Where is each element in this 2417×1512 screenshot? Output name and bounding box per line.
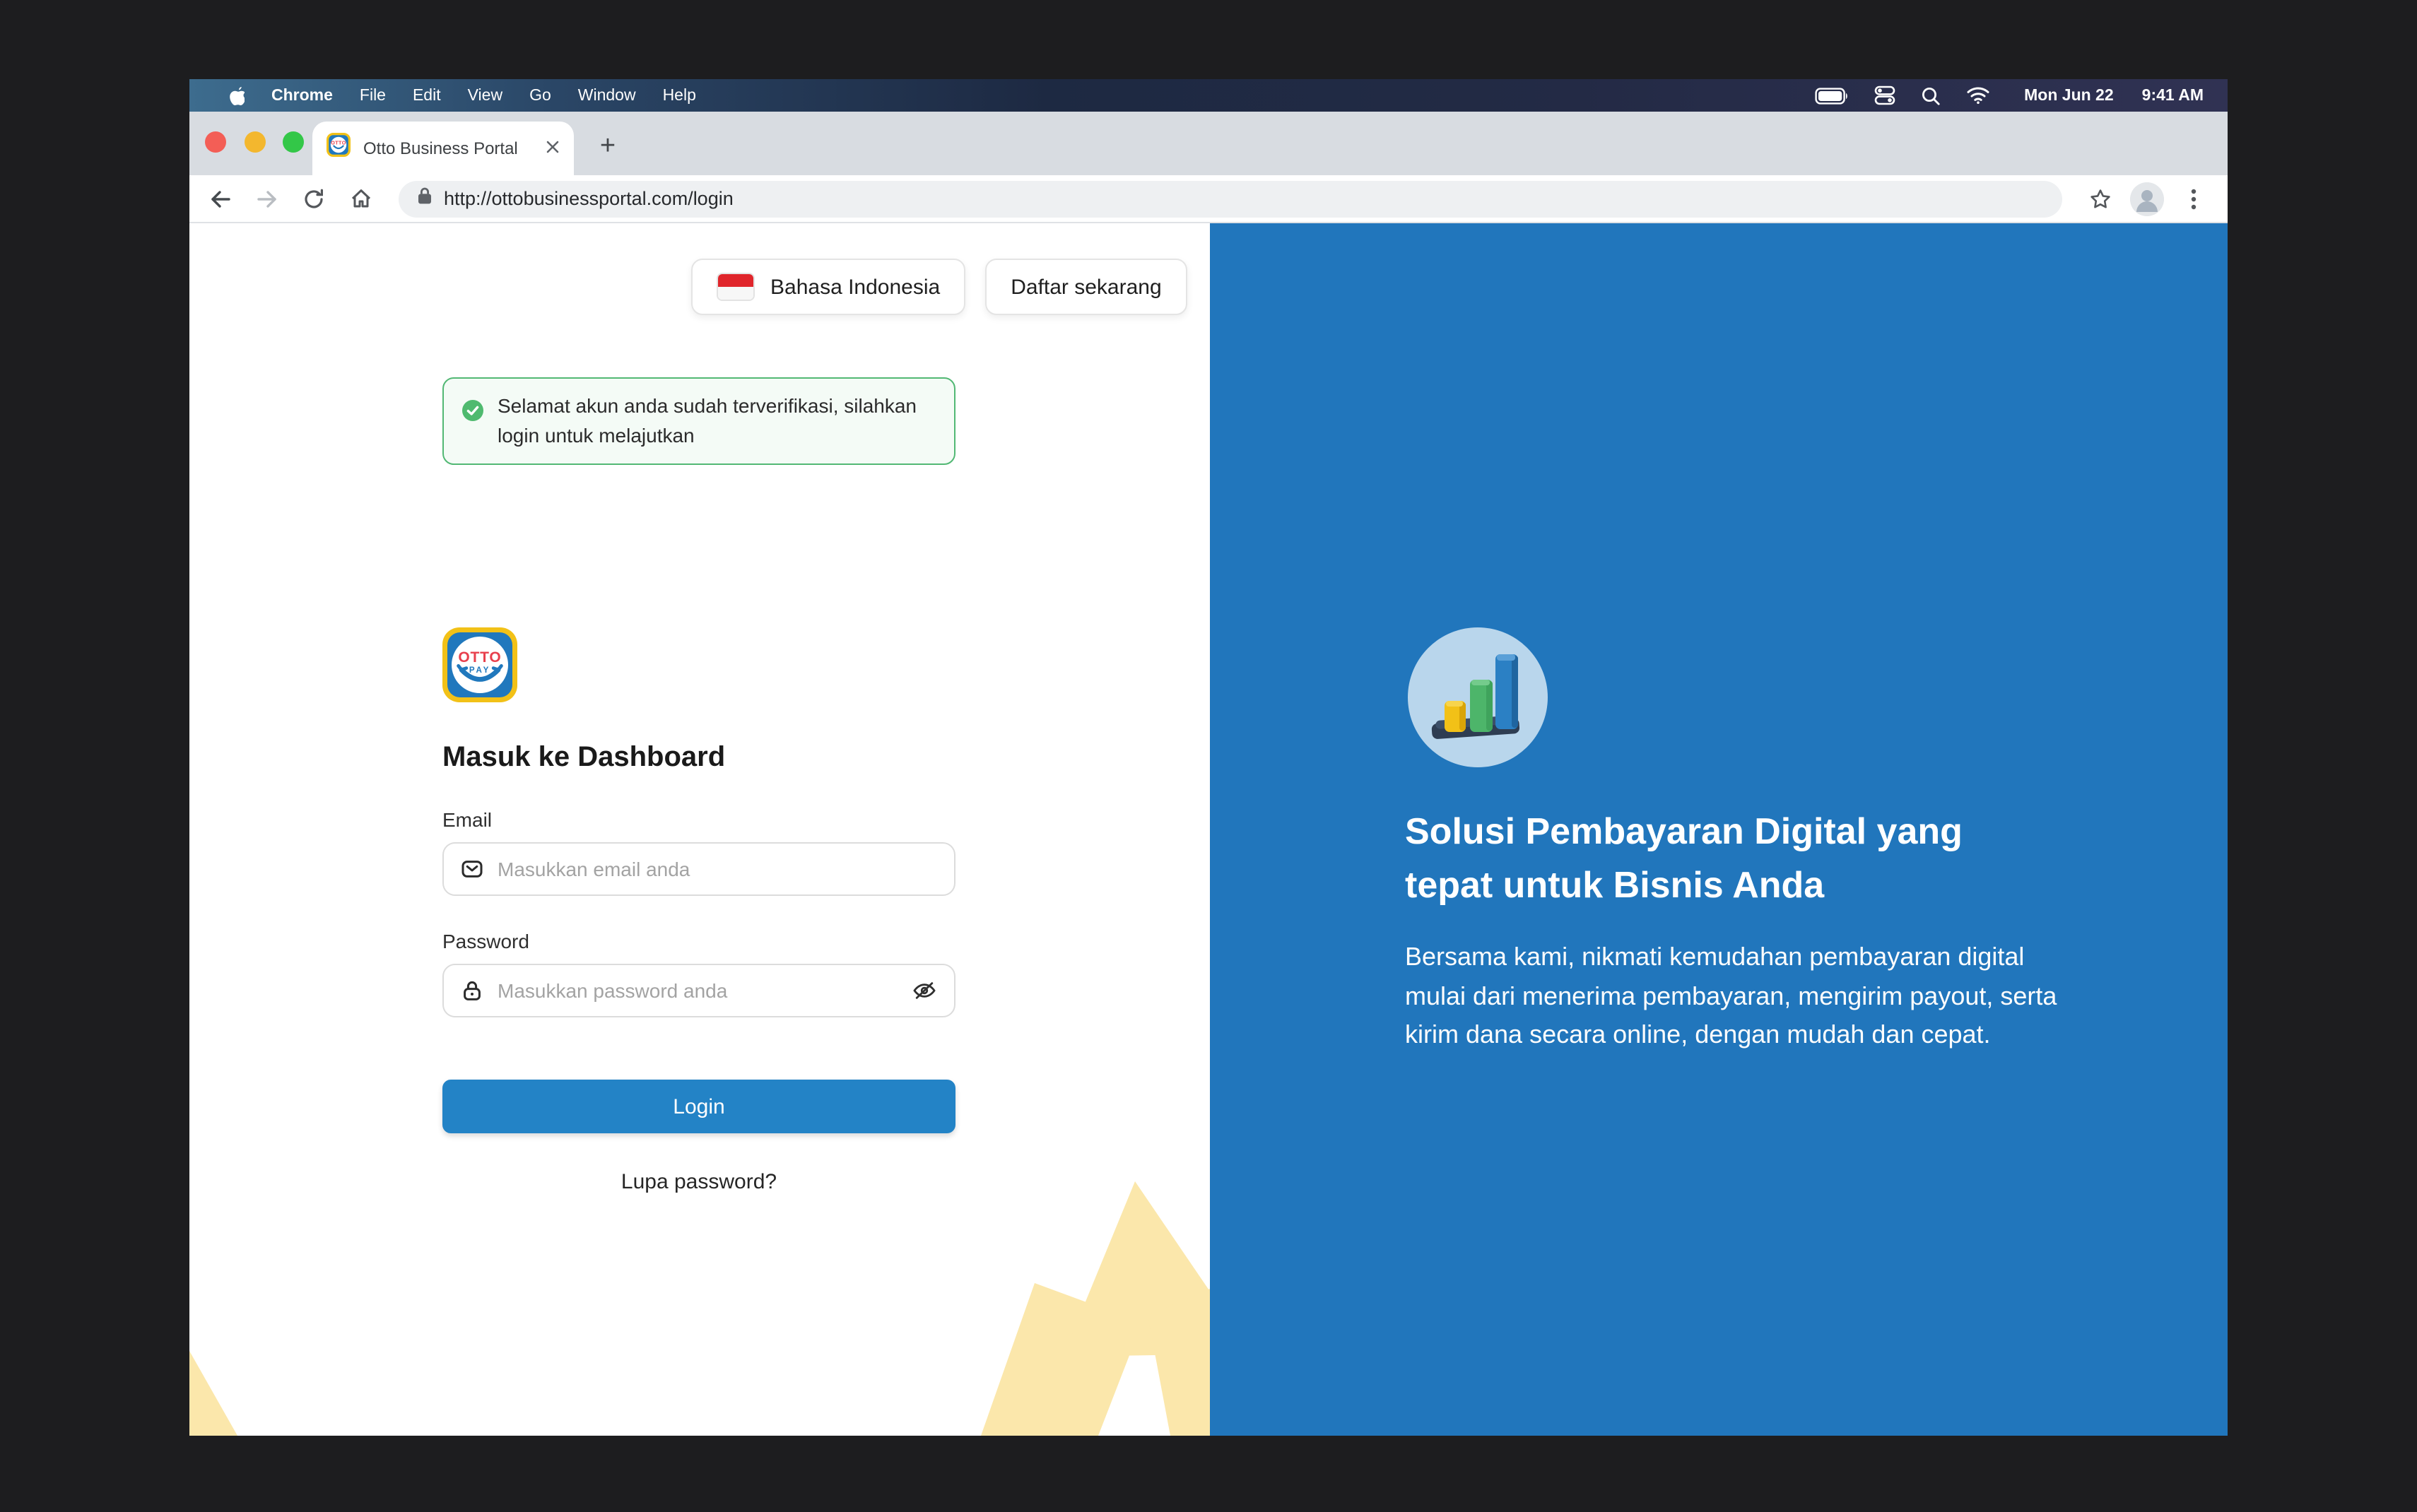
lock-icon[interactable] (417, 186, 433, 211)
password-input[interactable] (495, 978, 900, 1003)
forgot-password-link[interactable]: Lupa password? (442, 1170, 955, 1194)
page-content: Bahasa Indonesia Daftar sekarang Selamat… (189, 223, 2228, 1436)
address-bar[interactable]: http://ottobusinessportal.com/login (399, 180, 2062, 217)
tab-close-icon[interactable] (546, 136, 560, 161)
menu-item-file[interactable]: File (360, 87, 386, 104)
menubar-date: Mon Jun 22 (2024, 87, 2114, 104)
email-input[interactable] (495, 856, 937, 882)
minimize-window-button[interactable] (244, 131, 265, 153)
browser-toolbar: http://ottobusinessportal.com/login (189, 175, 2228, 223)
bar-chart-illustration (1408, 627, 1548, 767)
menu-item-chrome[interactable]: Chrome (271, 87, 333, 104)
tab-title: Otto Business Portal (363, 138, 533, 158)
profile-avatar-icon[interactable] (2130, 182, 2164, 215)
home-icon[interactable] (343, 182, 377, 215)
menu-item-window[interactable]: Window (578, 87, 636, 104)
url-text[interactable]: http://ottobusinessportal.com/login (444, 188, 734, 209)
close-window-button[interactable] (205, 131, 226, 153)
hero-body: Bersama kami, nikmati kemudahan pembayar… (1405, 938, 2069, 1055)
login-button[interactable]: Login (442, 1080, 955, 1133)
bookmark-star-icon[interactable] (2083, 182, 2117, 215)
top-actions: Bahasa Indonesia Daftar sekarang (691, 259, 1187, 315)
desktop: Chrome File Edit View Go Window Help (0, 0, 2417, 1512)
check-circle-icon (462, 400, 483, 421)
forward-icon[interactable] (250, 182, 284, 215)
success-alert: Selamat akun anda sudah terverifikasi, s… (442, 377, 955, 465)
email-label: Email (442, 808, 955, 831)
hero-panel: Solusi Pembayaran Digital yang tepat unt… (1210, 223, 2228, 1436)
password-field-box (442, 964, 955, 1017)
control-center-icon[interactable] (1874, 85, 1895, 106)
email-field-box (442, 842, 955, 896)
register-button[interactable]: Daftar sekarang (985, 259, 1187, 315)
browser-menu-dots-icon[interactable] (2177, 182, 2211, 215)
tab-favicon-otto-icon: OTTO (327, 133, 351, 164)
search-icon[interactable] (1921, 85, 1941, 105)
password-label: Password (442, 930, 955, 952)
svg-text:OTTO: OTTO (331, 140, 346, 146)
login-form: OTTO PAY Masuk ke Dashboard Email Passwo… (442, 627, 955, 1194)
ottopay-logo: OTTO PAY (442, 627, 517, 702)
padlock-icon (461, 979, 483, 1002)
back-icon[interactable] (204, 182, 237, 215)
language-label: Bahasa Indonesia (770, 275, 940, 299)
new-tab-button[interactable]: + (589, 129, 626, 165)
svg-text:PAY: PAY (469, 666, 490, 675)
login-panel: Bahasa Indonesia Daftar sekarang Selamat… (189, 223, 1210, 1436)
menu-item-view[interactable]: View (468, 87, 502, 104)
menubar-clock: 9:41 AM (2142, 87, 2204, 104)
menu-item-go[interactable]: Go (529, 87, 551, 104)
alert-message: Selamat akun anda sudah terverifikasi, s… (498, 391, 936, 451)
menu-item-edit[interactable]: Edit (413, 87, 441, 104)
register-label: Daftar sekarang (1011, 275, 1161, 299)
indonesia-flag-icon (717, 273, 755, 301)
svg-text:OTTO: OTTO (458, 649, 501, 666)
apple-icon[interactable] (226, 85, 245, 106)
eye-off-icon[interactable] (912, 978, 937, 1003)
reload-icon[interactable] (297, 182, 331, 215)
language-selector-button[interactable]: Bahasa Indonesia (691, 259, 965, 315)
wifi-icon[interactable] (1966, 86, 1990, 105)
envelope-icon (461, 858, 483, 880)
zoom-window-button[interactable] (283, 131, 304, 153)
menu-item-help[interactable]: Help (663, 87, 696, 104)
tab-strip: OTTO Otto Business Portal + (189, 112, 2228, 175)
browser-tab[interactable]: OTTO Otto Business Portal (312, 122, 574, 175)
screen: Chrome File Edit View Go Window Help (189, 79, 2228, 1436)
hero-title: Solusi Pembayaran Digital yang tepat unt… (1405, 805, 2041, 913)
macos-menu-bar: Chrome File Edit View Go Window Help (189, 79, 2228, 112)
battery-icon[interactable] (1815, 87, 1849, 104)
form-title: Masuk ke Dashboard (442, 742, 955, 774)
